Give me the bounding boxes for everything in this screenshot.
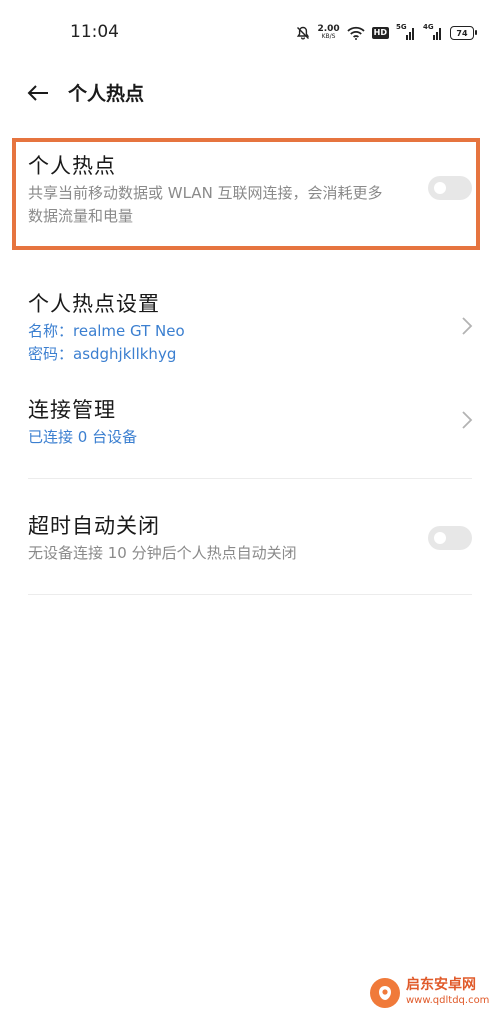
hd-icon: HD xyxy=(371,27,389,39)
page-title: 个人热点 xyxy=(68,83,145,105)
bell-off-icon xyxy=(296,26,310,40)
hotspot-password: 密码：asdghjkllkhyg xyxy=(28,345,177,363)
hotspot-name: 名称：realme GT Neo xyxy=(28,322,185,340)
section-divider xyxy=(28,594,472,595)
watermark-text: 启东安卓网 www.qdltdq.com xyxy=(406,978,489,1008)
signal-sim1-icon: 5G xyxy=(396,23,416,41)
status-time: 11:04 xyxy=(70,22,119,42)
watermark-logo-icon xyxy=(370,978,400,1008)
watermark: 启东安卓网 www.qdltdq.com xyxy=(370,978,489,1008)
network-speed-unit: KB/S xyxy=(321,33,336,40)
hotspot-settings-title: 个人热点设置 xyxy=(28,292,160,316)
status-bar: 11:04 2.00 KB/S HD 5G 4G 74 xyxy=(0,0,500,64)
watermark-name: 启东安卓网 xyxy=(406,977,476,993)
auto-off-toggle[interactable] xyxy=(428,526,472,550)
status-icons: 2.00 KB/S HD 5G 4G 74 xyxy=(296,23,477,42)
network-speed: 2.00 KB/S xyxy=(317,25,339,41)
signal-sim2-icon: 4G xyxy=(423,23,443,41)
highlight-frame xyxy=(12,138,480,250)
chevron-right-icon xyxy=(462,411,473,429)
section-divider xyxy=(28,478,472,479)
network-speed-value: 2.00 xyxy=(317,24,340,34)
auto-off-row[interactable]: 超时自动关闭 无设备连接 10 分钟后个人热点自动关闭 xyxy=(0,504,500,576)
connected-devices-status: 已连接 0 台设备 xyxy=(28,428,138,446)
connection-management-title: 连接管理 xyxy=(28,398,116,422)
connection-management-row[interactable]: 连接管理 已连接 0 台设备 xyxy=(0,388,500,460)
auto-off-title: 超时自动关闭 xyxy=(28,514,160,538)
back-button[interactable] xyxy=(22,78,54,108)
wifi-icon xyxy=(347,26,365,40)
hotspot-settings-row[interactable]: 个人热点设置 名称：realme GT Neo 密码：asdghjkllkhyg xyxy=(0,282,500,372)
auto-off-description: 无设备连接 10 分钟后个人热点自动关闭 xyxy=(28,544,297,562)
auto-off-toggle-knob xyxy=(434,532,446,544)
page-header: 个人热点 xyxy=(0,64,500,124)
back-arrow-icon xyxy=(27,85,48,101)
watermark-url: www.qdltdq.com xyxy=(406,995,490,1006)
battery-icon: 74 xyxy=(450,26,477,40)
chevron-right-icon xyxy=(462,317,473,335)
